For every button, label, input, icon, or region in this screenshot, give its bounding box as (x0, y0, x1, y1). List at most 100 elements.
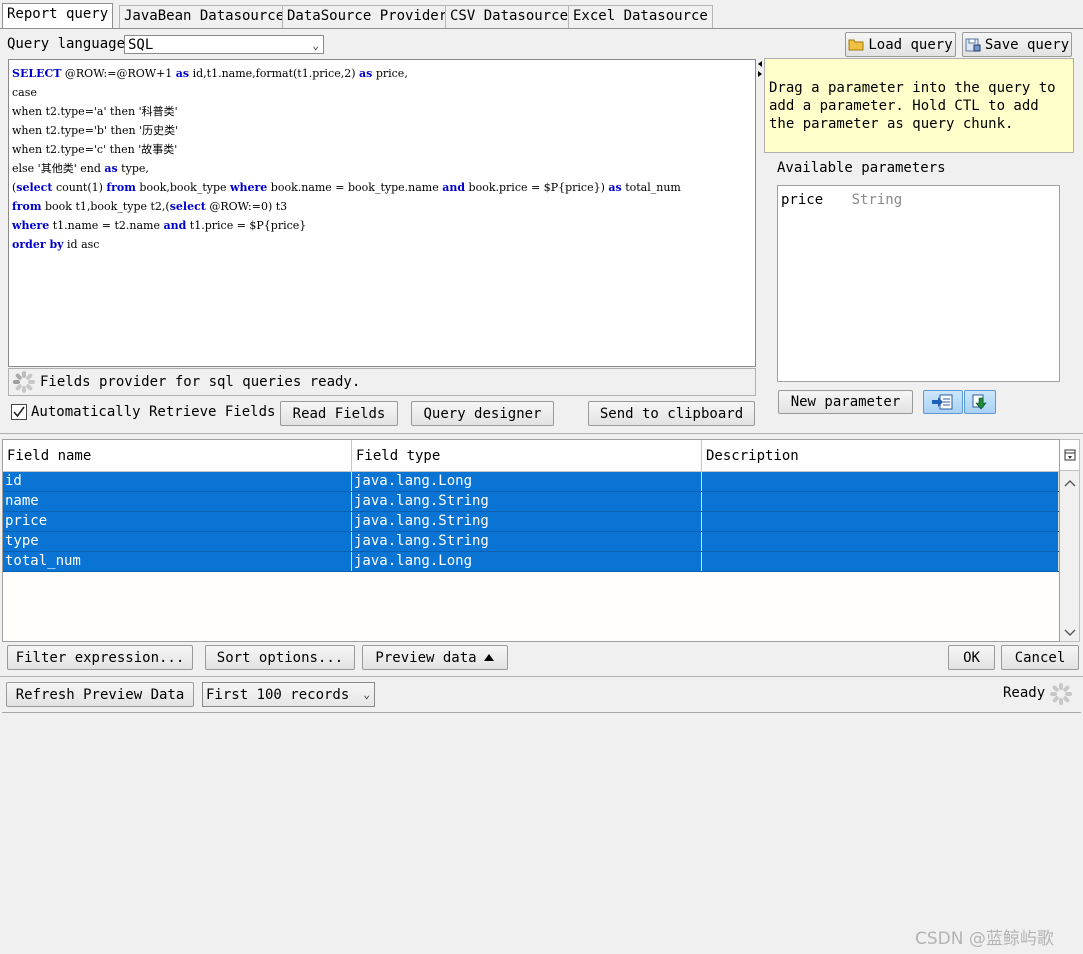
splitter[interactable] (0, 433, 1083, 434)
tab-csv-datasource[interactable]: CSV Datasource (445, 5, 574, 28)
tab-datasource-provider[interactable]: DataSource Provider (282, 5, 453, 28)
chevron-down-icon: ⌄ (312, 39, 319, 52)
sql-keyword: order by (12, 238, 64, 251)
sql-editor[interactable]: SELECT @ROW:=@ROW+1 as id,t1.name,format… (8, 59, 756, 367)
column-field-type[interactable]: Field type (352, 440, 702, 471)
sql-text: when t2.type='c' then '故事类' (12, 143, 178, 156)
column-description[interactable]: Description (702, 440, 1059, 471)
loading-spinner-icon (1049, 682, 1073, 706)
sql-keyword: SELECT (12, 67, 62, 80)
preview-status: Ready (1003, 685, 1046, 701)
sql-keyword: where (230, 181, 268, 194)
preview-area (2, 712, 1081, 954)
checkmark-icon (13, 406, 25, 418)
parameter-item[interactable]: price String (781, 192, 1056, 212)
description-cell (702, 552, 1059, 571)
refresh-preview-button[interactable]: Refresh Preview Data (6, 682, 194, 707)
table-scrollbar[interactable] (1060, 439, 1080, 642)
description-cell (702, 532, 1059, 551)
description-cell (702, 512, 1059, 531)
query-designer-button[interactable]: Query designer (411, 401, 554, 426)
send-to-clipboard-button[interactable]: Send to clipboard (588, 401, 755, 426)
query-language-select[interactable]: SQL ⌄ (124, 35, 324, 54)
collapse-arrows-icon[interactable] (757, 60, 763, 80)
preview-data-button[interactable]: Preview data (362, 645, 508, 670)
sql-keyword: where (12, 219, 50, 232)
sql-text: when t2.type='b' then '历史类' (12, 124, 179, 137)
download-parameter-button[interactable] (964, 390, 996, 414)
field-type-cell: java.lang.Long (352, 472, 702, 491)
field-name-cell: id (3, 472, 352, 491)
tab-javabean-datasource[interactable]: JavaBean Datasource (119, 5, 290, 28)
parameters-list[interactable]: price String (777, 185, 1060, 382)
query-language-value: SQL (128, 36, 154, 53)
sql-keyword: from (106, 181, 136, 194)
sql-keyword: as (608, 181, 622, 194)
sql-line: where t1.name = t2.name and t1.price = $… (12, 216, 752, 235)
ok-button[interactable]: OK (948, 645, 995, 670)
table-header: Field name Field type Description (3, 440, 1059, 472)
sql-keyword: as (104, 162, 118, 175)
field-type-cell: java.lang.Long (352, 552, 702, 571)
sql-text: book t1,book_type t2,( (41, 200, 170, 213)
table-row[interactable]: total_num java.lang.Long (3, 552, 1059, 572)
save-query-button[interactable]: Save query (962, 32, 1072, 57)
field-name-cell: total_num (3, 552, 352, 571)
chevron-down-icon: ⌄ (363, 688, 370, 701)
sql-line: else '其他类' end as type, (12, 159, 752, 178)
records-limit-select[interactable]: First 100 records ⌄ (202, 682, 375, 707)
sql-keyword: and (163, 219, 187, 232)
load-query-button[interactable]: Load query (845, 32, 956, 57)
sort-options-button[interactable]: Sort options... (205, 645, 355, 670)
sql-text: @ROW:=@ROW+1 (61, 67, 176, 80)
table-row[interactable]: price java.lang.String (3, 512, 1059, 532)
table-row[interactable]: name java.lang.String (3, 492, 1059, 512)
sql-line: when t2.type='c' then '故事类' (12, 140, 752, 159)
watermark: CSDN @蓝鲸屿歌 (915, 929, 1054, 949)
scroll-down-icon[interactable] (1064, 626, 1076, 642)
description-cell (702, 492, 1059, 511)
sql-text: book.name = book_type.name (267, 181, 443, 194)
sql-line: from book t1,book_type t2,(select @ROW:=… (12, 197, 752, 216)
cancel-button[interactable]: Cancel (1001, 645, 1079, 670)
tab-report-query[interactable]: Report query (2, 3, 114, 28)
description-cell (702, 472, 1059, 491)
preview-separator (0, 676, 1083, 677)
column-chooser-icon[interactable] (1060, 440, 1079, 471)
available-parameters-label: Available parameters (777, 160, 946, 176)
column-field-name[interactable]: Field name (3, 440, 352, 471)
table-row[interactable]: id java.lang.Long (3, 472, 1059, 492)
sql-line: (select count(1) from book,book_type whe… (12, 178, 752, 197)
new-parameter-button[interactable]: New parameter (778, 390, 913, 414)
sql-line: when t2.type='b' then '历史类' (12, 121, 752, 140)
sql-keyword: select (169, 200, 206, 213)
auto-retrieve-label: Automatically Retrieve Fields (31, 404, 276, 420)
field-name-cell: type (3, 532, 352, 551)
sql-keyword: as (359, 67, 373, 80)
sql-keyword: and (442, 181, 466, 194)
table-row[interactable]: type java.lang.String (3, 532, 1059, 552)
sql-text: type, (117, 162, 149, 175)
move-parameter-button[interactable] (923, 390, 963, 414)
read-fields-button[interactable]: Read Fields (280, 401, 398, 426)
fields-provider-status: Fields provider for sql queries ready. (8, 368, 756, 396)
filter-expression-button[interactable]: Filter expression... (7, 645, 193, 670)
field-type-cell: java.lang.String (352, 512, 702, 531)
sql-text: t1.price = $P{price} (186, 219, 307, 232)
folder-icon (848, 38, 864, 51)
sql-text: book,book_type (135, 181, 231, 194)
save-query-label: Save query (984, 36, 1070, 53)
field-name-cell: price (3, 512, 352, 531)
sql-text: t1.name = t2.name (49, 219, 164, 232)
sql-text: id,t1.name,format(t1.price,2) (189, 67, 359, 80)
sql-text: book.price = $P{price}) (465, 181, 609, 194)
auto-retrieve-checkbox[interactable] (11, 404, 27, 420)
tab-excel-datasource[interactable]: Excel Datasource (568, 5, 713, 28)
field-type-cell: java.lang.String (352, 492, 702, 511)
sql-text: else '其他类' end (12, 162, 105, 175)
sql-keyword: as (175, 67, 190, 80)
field-type-cell: java.lang.String (352, 532, 702, 551)
scroll-up-icon[interactable] (1064, 476, 1076, 492)
sql-text: @ROW:=0) t3 (205, 200, 288, 213)
sql-keyword: select (16, 181, 53, 194)
